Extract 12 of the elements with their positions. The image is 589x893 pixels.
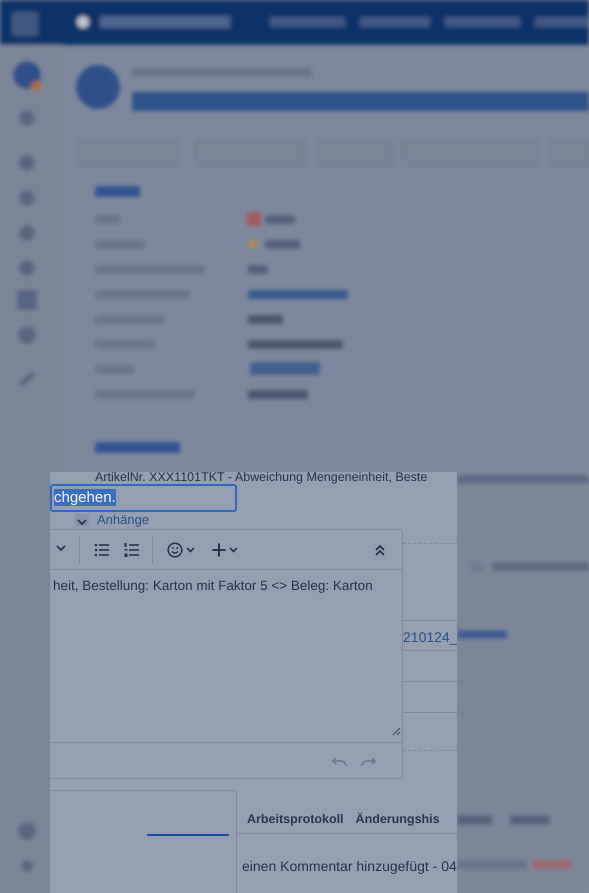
chevron-icon[interactable] — [75, 514, 89, 526]
activity-text: einen Kommentar hinzugefügt - 04 — [242, 857, 457, 876]
bullet-list-icon[interactable] — [94, 542, 110, 558]
description-text: ArtikelNr. XXX1101TKT - Abweichung Mengeneinheit, Beste — [95, 472, 428, 484]
plus-dropdown-icon[interactable] — [211, 542, 239, 558]
section-heading: Anhänge — [97, 513, 150, 527]
editor-text: heit, Bestellung: Karton mit Faktor 5 <> Beleg: Karton — [53, 577, 374, 595]
tab[interactable]: Arbeitsprotokoll — [247, 810, 344, 829]
summary-input-field[interactable]: chgehen. — [50, 484, 237, 512]
numbered-list-icon[interactable] — [124, 542, 140, 558]
smiley-dropdown-icon[interactable] — [167, 542, 197, 558]
tab[interactable]: Änderungshis — [356, 810, 440, 829]
